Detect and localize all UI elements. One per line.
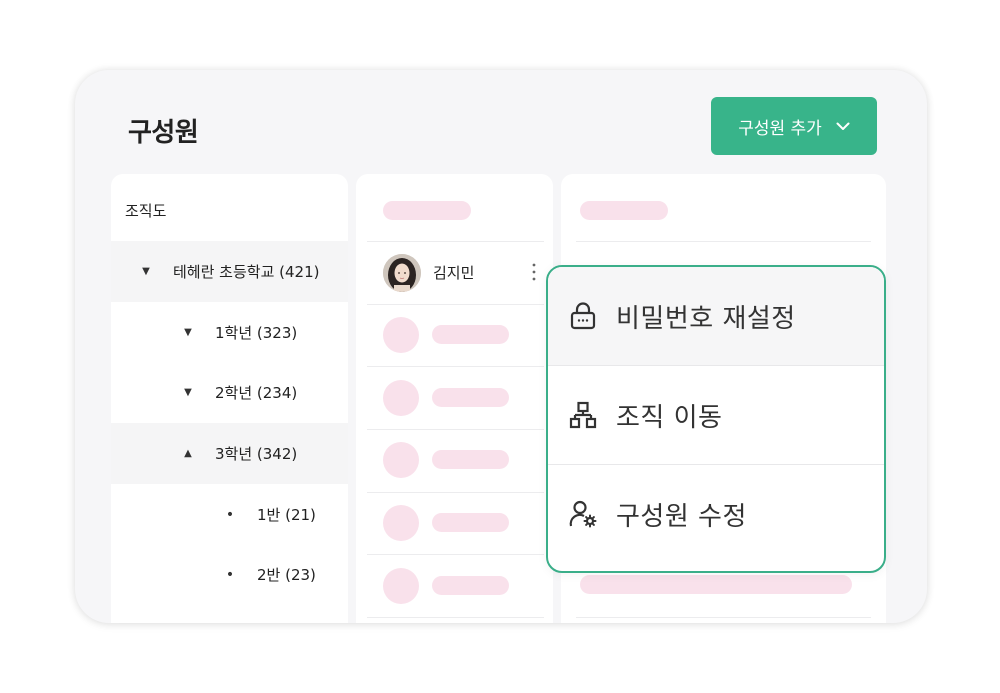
skeleton-name xyxy=(432,513,509,532)
member-name: 김지민 xyxy=(433,264,475,282)
menu-item-label: 비밀번호 재설정 xyxy=(616,303,796,334)
divider xyxy=(367,617,544,618)
bullet-icon: • xyxy=(225,566,235,583)
skeleton-avatar xyxy=(383,568,419,604)
tree-node-label: 1학년 (323) xyxy=(215,324,298,342)
menu-item-label: 구성원 수정 xyxy=(616,501,747,532)
org-chart-icon xyxy=(568,400,598,430)
members-list-panel: 김지민 xyxy=(356,174,553,623)
member-row[interactable]: 김지민 xyxy=(367,242,544,304)
tree-node-grade-3[interactable]: ▲ 3학년 (342) xyxy=(111,423,348,484)
skeleton-name xyxy=(432,450,509,469)
caret-down-icon: ▼ xyxy=(142,266,150,277)
menu-item-reset-password[interactable]: 비밀번호 재설정 xyxy=(548,267,884,365)
tree-node-label: 2반 (23) xyxy=(257,566,316,584)
caret-up-icon: ▲ xyxy=(184,448,192,459)
tree-node-class-2[interactable]: • 2반 (23) xyxy=(111,544,348,605)
caret-down-icon: ▼ xyxy=(184,387,192,398)
member-context-menu: 비밀번호 재설정 조직 이동 구성원 수정 xyxy=(546,265,886,573)
org-tree-panel: 조직도 ▼ 테헤란 초등학교 (421) ▼ 1학년 (323) ▼ 2학년 (… xyxy=(111,174,348,623)
tree-node-grade-1[interactable]: ▼ 1학년 (323) xyxy=(111,302,348,363)
page-title: 구성원 xyxy=(128,118,199,148)
skeleton-avatar xyxy=(383,442,419,478)
tree-node-label: 3학년 (342) xyxy=(215,445,298,463)
divider xyxy=(367,554,544,555)
tree-node-label: 2학년 (234) xyxy=(215,384,298,402)
caret-down-icon: ▼ xyxy=(184,327,192,338)
lock-icon xyxy=(568,301,598,331)
bullet-icon: • xyxy=(225,506,235,523)
tree-node-label: 테헤란 초등학교 (421) xyxy=(173,263,320,281)
user-settings-icon xyxy=(568,499,598,529)
divider xyxy=(576,617,871,618)
skeleton-header xyxy=(383,201,471,220)
skeleton-header xyxy=(580,201,668,220)
divider xyxy=(367,366,544,367)
add-member-button[interactable]: 구성원 추가 xyxy=(711,97,877,155)
chevron-down-icon xyxy=(836,122,850,131)
skeleton-name xyxy=(432,325,509,344)
more-vertical-icon[interactable] xyxy=(529,258,539,286)
skeleton-avatar xyxy=(383,380,419,416)
tree-node-school[interactable]: ▼ 테헤란 초등학교 (421) xyxy=(111,241,348,302)
add-member-button-label: 구성원 추가 xyxy=(738,118,822,139)
menu-item-move-org[interactable]: 조직 이동 xyxy=(548,366,884,464)
skeleton-name xyxy=(432,576,509,595)
divider xyxy=(367,429,544,430)
tree-node-grade-2[interactable]: ▼ 2학년 (234) xyxy=(111,362,348,423)
menu-item-label: 조직 이동 xyxy=(616,402,723,433)
skeleton-avatar xyxy=(383,505,419,541)
divider xyxy=(367,304,544,305)
menu-item-edit-member[interactable]: 구성원 수정 xyxy=(548,465,884,563)
skeleton-name xyxy=(432,388,509,407)
avatar xyxy=(383,254,421,292)
org-tree-header: 조직도 xyxy=(125,202,167,220)
tree-node-label: 1반 (21) xyxy=(257,506,316,524)
divider xyxy=(367,492,544,493)
skeleton-avatar xyxy=(383,317,419,353)
divider xyxy=(576,241,871,242)
tree-node-class-1[interactable]: • 1반 (21) xyxy=(111,484,348,545)
skeleton-field xyxy=(580,575,852,594)
